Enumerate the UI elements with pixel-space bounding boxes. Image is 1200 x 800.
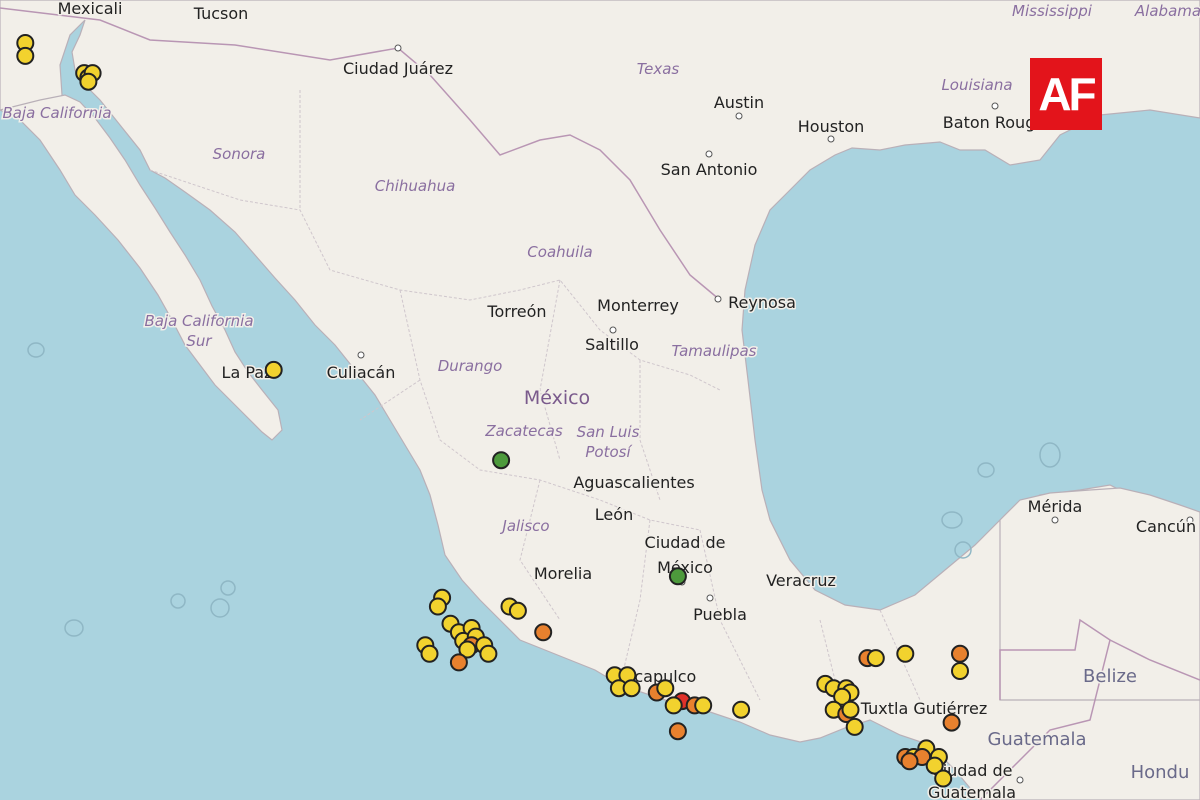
af-logo: AF bbox=[1030, 58, 1102, 130]
label-city-san-antonio: San Antonio bbox=[661, 160, 758, 179]
label-city-austin: Austin bbox=[714, 93, 764, 112]
earthquake-marker[interactable] bbox=[845, 717, 864, 736]
label-state-baja-california-sur-1: Baja California bbox=[144, 312, 253, 330]
label-city-reynosa: Reynosa bbox=[728, 293, 796, 312]
label-city-mexicali: Mexicali bbox=[58, 0, 123, 18]
map[interactable]: México Guatemala Belize Hondu Sonora Chi… bbox=[0, 0, 1200, 800]
label-state-sonora: Sonora bbox=[213, 145, 266, 163]
label-country-honduras: Hondu bbox=[1131, 762, 1190, 783]
label-country-belize: Belize bbox=[1083, 666, 1137, 687]
earthquake-marker[interactable] bbox=[428, 597, 447, 616]
label-state-potosi: Potosí bbox=[585, 443, 632, 461]
earthquake-marker[interactable] bbox=[79, 72, 98, 91]
earthquake-marker[interactable] bbox=[264, 360, 283, 379]
label-city-torreon: Torreón bbox=[486, 302, 546, 321]
label-city-morelia: Morelia bbox=[534, 564, 592, 583]
label-city-saltillo: Saltillo bbox=[585, 335, 639, 354]
label-city-culiacan: Culiacán bbox=[327, 363, 396, 382]
label-state-zacatecas: Zacatecas bbox=[484, 422, 562, 440]
label-state-coahuila: Coahuila bbox=[527, 243, 592, 261]
label-city-puebla: Puebla bbox=[693, 605, 747, 624]
earthquake-marker[interactable] bbox=[732, 700, 751, 719]
label-city-ciudad-de-mexico-1: Ciudad de bbox=[645, 533, 726, 552]
earthquake-marker[interactable] bbox=[449, 653, 468, 672]
label-city-aguascalientes: Aguascalientes bbox=[573, 473, 694, 492]
label-city-la-paz: La Paz bbox=[222, 363, 273, 382]
earthquake-marker[interactable] bbox=[664, 696, 683, 715]
label-state-tamaulipas: Tamaulipas bbox=[672, 342, 757, 360]
earthquake-marker[interactable] bbox=[694, 696, 713, 715]
earthquake-marker[interactable] bbox=[951, 644, 969, 663]
label-state-mississippi: Mississippi bbox=[1012, 2, 1093, 20]
earthquake-marker[interactable] bbox=[951, 662, 969, 680]
earthquake-marker[interactable] bbox=[668, 722, 687, 741]
earthquake-marker[interactable] bbox=[900, 752, 919, 771]
label-state-chihuahua: Chihuahua bbox=[375, 177, 456, 195]
earthquake-marker[interactable] bbox=[866, 649, 885, 668]
label-city-leon: León bbox=[595, 505, 633, 524]
label-state-baja-california-sur-2: Sur bbox=[186, 332, 212, 350]
label-state-durango: Durango bbox=[438, 357, 503, 375]
earthquake-marker[interactable] bbox=[934, 769, 953, 788]
earthquake-marker[interactable] bbox=[942, 713, 961, 732]
label-state-jalisco: Jalisco bbox=[499, 517, 549, 535]
earthquake-marker[interactable] bbox=[668, 567, 687, 586]
label-state-baja-california: Baja California bbox=[2, 104, 111, 122]
label-state-san-luis: San Luis bbox=[577, 423, 640, 441]
af-logo-text: AF bbox=[1038, 68, 1096, 120]
earthquake-marker[interactable] bbox=[479, 644, 498, 663]
label-city-houston: Houston bbox=[798, 117, 865, 136]
earthquake-marker[interactable] bbox=[656, 679, 675, 698]
label-state-louisiana: Louisiana bbox=[941, 76, 1012, 94]
earthquake-marker[interactable] bbox=[492, 451, 511, 470]
earthquake-marker[interactable] bbox=[534, 623, 553, 642]
earthquake-marker[interactable] bbox=[508, 601, 527, 620]
earthquake-marker[interactable] bbox=[896, 644, 915, 663]
label-city-tuxtla-gutierrez: Tuxtla Gutiérrez bbox=[860, 699, 987, 718]
label-state-texas: Texas bbox=[637, 60, 680, 78]
label-city-ciudad-juarez: Ciudad Juárez bbox=[343, 59, 453, 78]
label-city-tucson: Tucson bbox=[193, 4, 249, 23]
earthquake-marker[interactable] bbox=[16, 46, 35, 65]
label-city-monterrey: Monterrey bbox=[597, 296, 679, 315]
label-city-merida: Mérida bbox=[1028, 497, 1083, 516]
earthquake-marker[interactable] bbox=[841, 700, 860, 719]
label-country-mexico: México bbox=[524, 387, 590, 409]
label-city-cancun: Cancún bbox=[1136, 517, 1196, 536]
earthquake-marker[interactable] bbox=[622, 679, 641, 698]
label-state-alabama: Alabama bbox=[1134, 2, 1200, 20]
label-city-veracruz: Veracruz bbox=[766, 571, 836, 590]
earthquake-marker[interactable] bbox=[420, 644, 439, 663]
label-country-guatemala: Guatemala bbox=[987, 729, 1086, 750]
